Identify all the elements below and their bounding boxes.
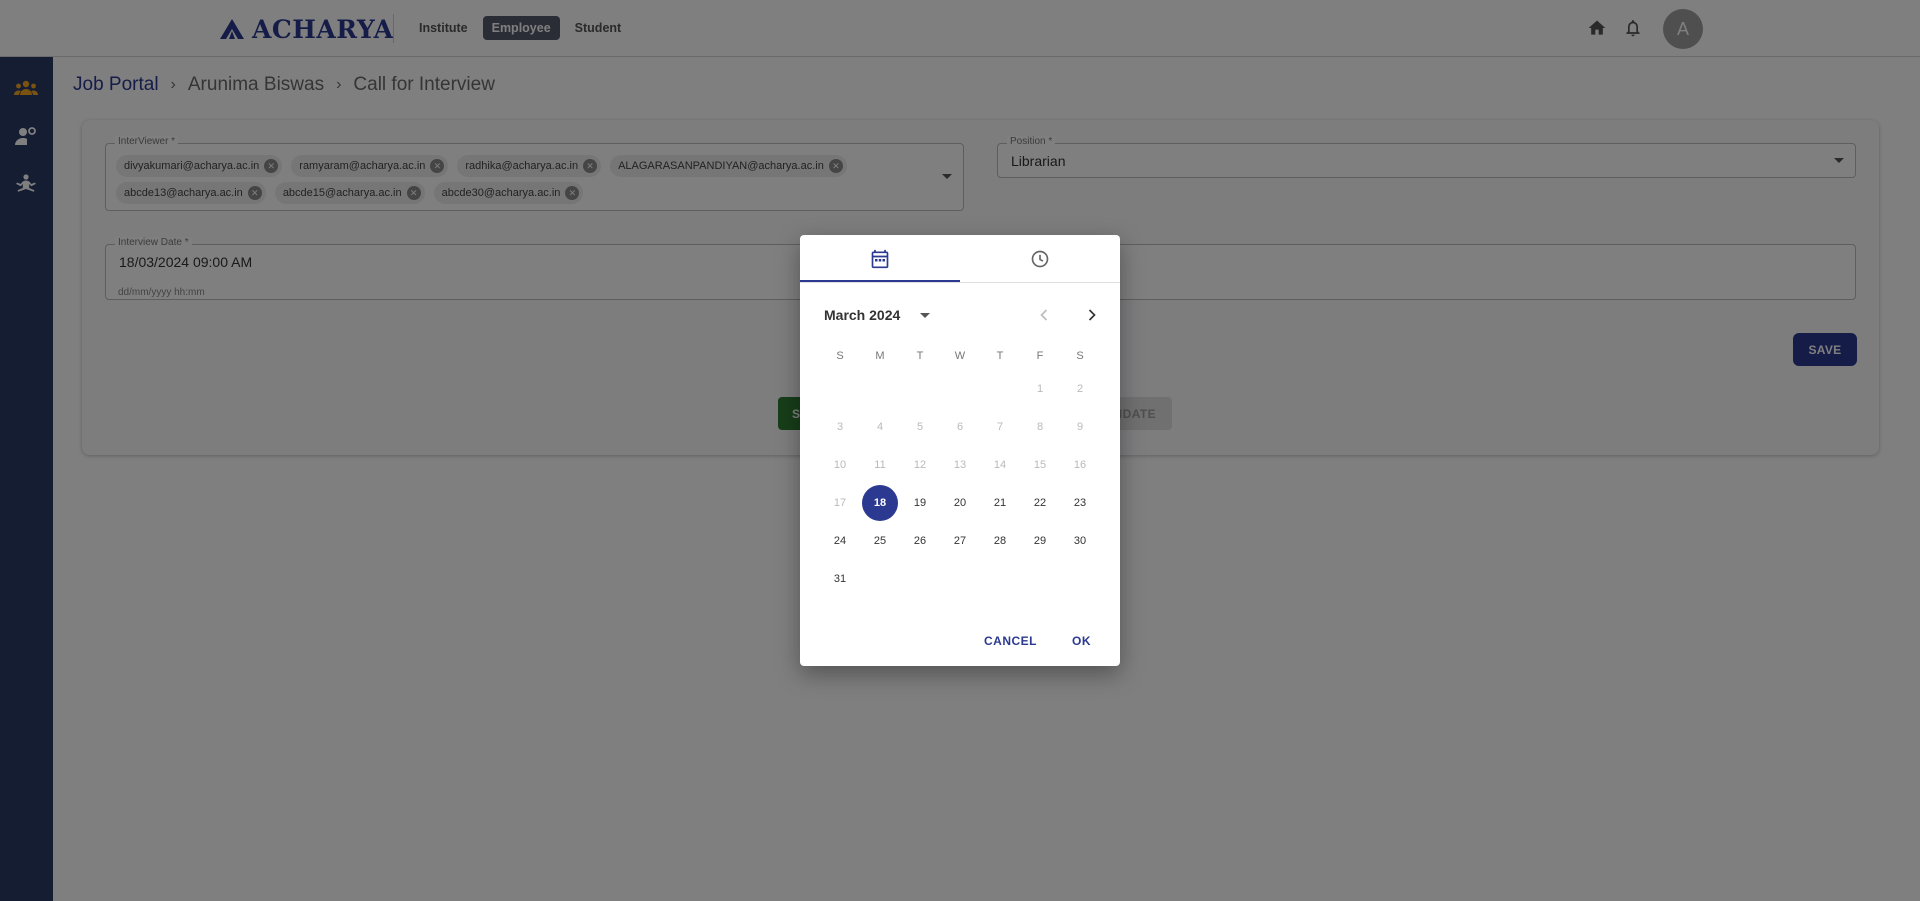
calendar-day[interactable]: 31 [822, 561, 858, 597]
weekday-label: S [1076, 350, 1084, 362]
clock-icon [1031, 250, 1049, 268]
month-dropdown-icon[interactable] [920, 313, 930, 318]
calendar-day: 4 [876, 421, 884, 433]
calendar-day[interactable]: 22 [1022, 485, 1058, 521]
calendar-day: 2 [1076, 383, 1084, 395]
calendar-day: 10 [833, 459, 847, 471]
calendar-day[interactable]: 28 [982, 523, 1018, 559]
cancel-button[interactable]: CANCEL [984, 634, 1037, 648]
tab-date[interactable] [800, 235, 960, 283]
calendar-day: 3 [836, 421, 844, 433]
calendar-day: 13 [953, 459, 967, 471]
calendar-day[interactable]: 23 [1062, 485, 1098, 521]
weekday-label: W [954, 350, 966, 362]
calendar-day: 14 [993, 459, 1007, 471]
weekday-label: M [875, 350, 885, 362]
calendar-day: 7 [996, 421, 1004, 433]
calendar-day[interactable]: 27 [942, 523, 978, 559]
chevron-right-icon[interactable] [1082, 305, 1102, 325]
calendar-day: 8 [1036, 421, 1044, 433]
calendar-day: 11 [874, 459, 886, 471]
calendar-day: 16 [1073, 459, 1087, 471]
calendar-day[interactable]: 24 [822, 523, 858, 559]
calendar-day: 1 [1036, 383, 1044, 395]
calendar-day: 12 [913, 459, 927, 471]
weekday-label: S [836, 350, 844, 362]
calendar-day[interactable]: 29 [1022, 523, 1058, 559]
tab-indicator [800, 280, 960, 282]
calendar-day-selected[interactable]: 18 [862, 485, 898, 521]
weekday-label: F [1036, 350, 1044, 362]
calendar-day: 5 [916, 421, 924, 433]
ok-button[interactable]: OK [1072, 634, 1091, 648]
calendar-day[interactable]: 19 [902, 485, 938, 521]
calendar-day[interactable]: 21 [982, 485, 1018, 521]
calendar-day: 15 [1033, 459, 1047, 471]
chevron-left-icon[interactable] [1034, 305, 1054, 325]
calendar-day[interactable]: 30 [1062, 523, 1098, 559]
calendar-day[interactable]: 20 [942, 485, 978, 521]
tab-time[interactable] [960, 235, 1120, 283]
month-year-label[interactable]: March 2024 [824, 307, 900, 323]
calendar-day[interactable]: 26 [902, 523, 938, 559]
calendar-day: 6 [956, 421, 964, 433]
weekday-label: T [996, 350, 1004, 362]
calendar-day: 17 [833, 497, 847, 509]
picker-tabs [800, 235, 1120, 283]
calendar-day: 9 [1076, 421, 1084, 433]
weekday-label: T [916, 350, 924, 362]
calendar-icon [871, 249, 889, 269]
date-picker-dialog: March 2024 CANCEL OK S M T W T F S 1 2 3 4 5 6 7 8 9 10 1… [800, 235, 1120, 666]
calendar-day[interactable]: 25 [862, 523, 898, 559]
